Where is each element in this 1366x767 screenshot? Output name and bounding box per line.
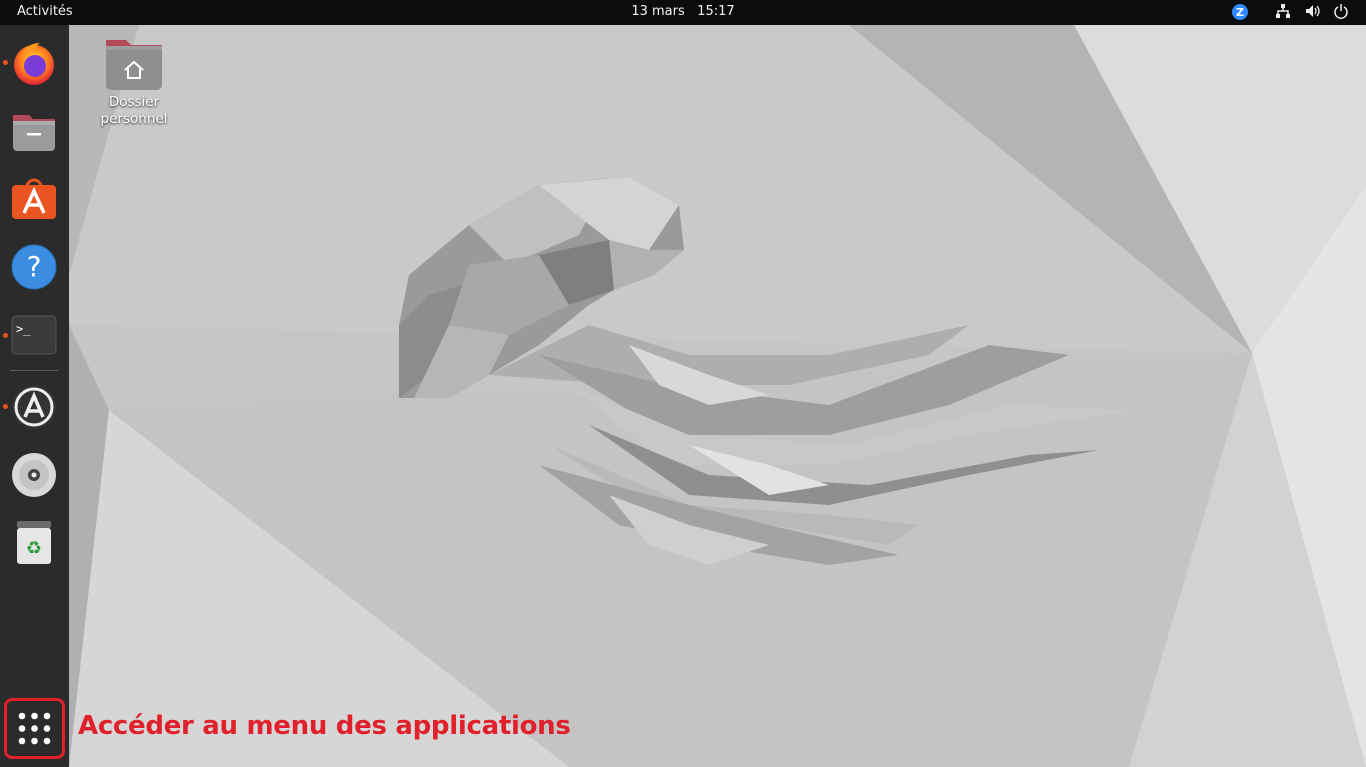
home-folder-label-line1: Dossier: [108, 94, 160, 110]
trash-icon: ♻: [17, 521, 51, 564]
firefox-icon: [14, 43, 54, 85]
files-folder-icon: [13, 115, 55, 151]
top-bar: Activités 13 mars 15:17 Z: [0, 0, 1366, 25]
power-icon[interactable]: [1333, 3, 1349, 22]
clock: 13 mars 15:17: [0, 4, 1366, 19]
terminal-prompt: >_: [16, 322, 31, 336]
dock-item-terminal[interactable]: >_: [10, 311, 58, 359]
running-indicator: [3, 333, 8, 338]
terminal-icon: >_: [11, 315, 57, 355]
dock-item-ubuntu-software[interactable]: [10, 175, 58, 223]
home-folder-label: Dossier personnel: [93, 94, 175, 128]
time-label: 15:17: [697, 4, 735, 19]
desktop-wallpaper: [69, 25, 1366, 767]
date-label: 13 mars: [631, 4, 685, 19]
desktop-home-folder[interactable]: Dossier personnel: [93, 36, 175, 128]
jellyfish-wallpaper: [69, 25, 1366, 767]
annotation-text: Accéder au menu des applications: [78, 711, 571, 741]
software-store-icon: [12, 178, 56, 219]
show-applications-button[interactable]: [4, 698, 65, 759]
home-folder-label-line2: personnel: [100, 111, 168, 127]
dock-item-optical-disc[interactable]: [10, 451, 58, 499]
volume-icon[interactable]: [1305, 3, 1321, 22]
dock-separator: [10, 370, 58, 371]
clock-button[interactable]: 13 mars 15:17: [631, 4, 734, 19]
help-icon: ?: [11, 244, 57, 290]
network-icon[interactable]: [1275, 3, 1291, 22]
dvd-icon: [12, 453, 56, 497]
running-indicator: [3, 60, 8, 65]
dock-item-files[interactable]: [10, 107, 58, 155]
dock-item-trash[interactable]: ♻: [10, 519, 58, 567]
dock-item-software-updater[interactable]: [10, 383, 58, 431]
activities-button[interactable]: Activités: [17, 4, 73, 19]
zoom-tray-icon[interactable]: Z: [1231, 3, 1249, 22]
dock-item-help[interactable]: ?: [10, 243, 58, 291]
running-indicator: [3, 404, 8, 409]
svg-text:♻: ♻: [26, 538, 42, 559]
svg-text:?: ?: [27, 250, 42, 283]
show-applications-icon: [18, 712, 51, 745]
dock-item-firefox[interactable]: [10, 39, 58, 87]
dock: ? >_ ♻: [0, 25, 69, 767]
home-folder-icon: [106, 40, 162, 90]
software-updater-icon: [12, 385, 56, 429]
svg-text:Z: Z: [1236, 6, 1244, 19]
